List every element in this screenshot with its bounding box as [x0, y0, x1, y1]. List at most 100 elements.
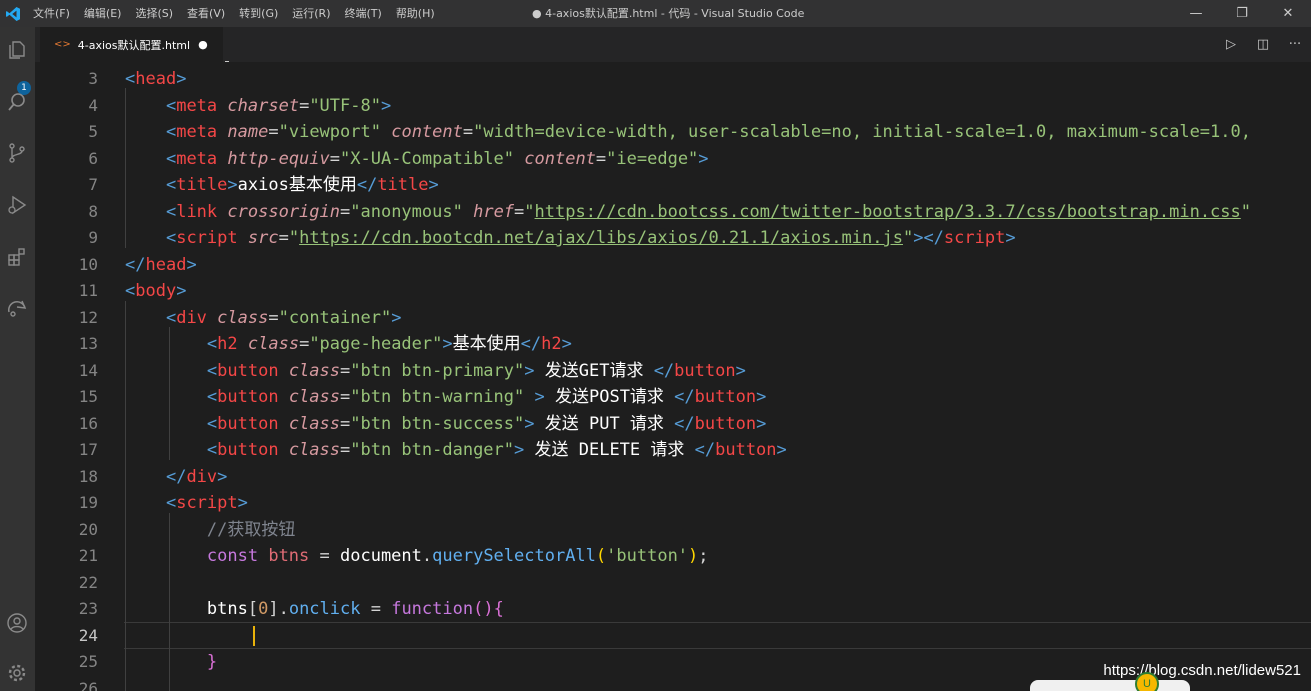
menu-terminal[interactable]: 终端(T)	[338, 0, 389, 27]
code-token: button	[694, 387, 757, 407]
remote-icon[interactable]	[4, 295, 30, 321]
code-token: >	[442, 334, 453, 354]
code-token: const	[206, 546, 259, 566]
code-token: meta	[176, 122, 218, 142]
code-token: head	[135, 69, 177, 89]
menu-run[interactable]: 运行(R)	[285, 0, 337, 27]
code-token: </	[165, 466, 187, 487]
menu-view[interactable]: 查看(V)	[180, 0, 232, 27]
code-line: 10 </head>	[35, 252, 1311, 279]
close-button[interactable]: ✕	[1265, 0, 1311, 27]
line-number: 8	[88, 201, 98, 221]
line-number: 4	[88, 95, 98, 115]
line-number: 21	[78, 546, 98, 565]
code-token: 发送 PUT 请求	[534, 413, 675, 434]
code-token: <	[165, 307, 177, 328]
code-token: content	[524, 148, 596, 169]
code-line: 9 <script src="https://cdn.bootcdn.net/a…	[35, 225, 1311, 252]
code-token: button	[674, 360, 736, 381]
account-icon[interactable]	[4, 610, 30, 636]
code-token: =	[462, 122, 474, 142]
code-token: "ie=edge"	[606, 148, 699, 169]
code-token: "UTF-8"	[309, 95, 381, 116]
menu-edit[interactable]: 编辑(E)	[77, 0, 129, 27]
line-number: 24	[78, 625, 98, 645]
vscode-logo-icon	[0, 0, 26, 27]
code-text: <body>	[125, 278, 186, 305]
line-number: 16	[78, 413, 98, 433]
code-token: class	[288, 413, 340, 434]
tab-label: 4-axios默认配置.html	[77, 38, 191, 52]
code-token: meta	[176, 95, 218, 116]
code-token: content	[391, 122, 463, 142]
settings-gear-icon[interactable]	[4, 660, 30, 686]
code-token: head	[145, 254, 187, 275]
code-token: </	[653, 360, 675, 381]
code-token: >	[698, 148, 709, 169]
restore-button[interactable]: ❐	[1219, 0, 1265, 27]
code-token: =	[514, 201, 525, 222]
code-token: charset	[227, 95, 300, 116]
code-token: >	[1005, 228, 1016, 248]
more-actions-icon[interactable]: ···	[1279, 37, 1311, 52]
code-token: >	[186, 254, 197, 275]
menu-help[interactable]: 帮助(H)	[389, 0, 442, 27]
tab-html-file[interactable]: <> 4-axios默认配置.html ●	[40, 27, 223, 62]
code-token: class	[288, 440, 340, 460]
code-token: =	[299, 95, 310, 116]
code-token: "width=device-width, user-scalable=no, i…	[473, 122, 1251, 142]
code-text: <button class="btn btn-warning" > 发送POST…	[125, 384, 766, 411]
menu-bar: 文件(F) 编辑(E) 选择(S) 查看(V) 转到(G) 运行(R) 终端(T…	[26, 0, 442, 27]
extensions-icon[interactable]	[4, 244, 30, 270]
menu-go[interactable]: 转到(G)	[232, 0, 285, 27]
code-line: 13 <h2 class="page-header">基本使用</h2>	[35, 331, 1311, 358]
code-token: >	[514, 440, 525, 460]
menu-file[interactable]: 文件(F)	[26, 0, 77, 27]
minimize-button[interactable]: —	[1173, 0, 1219, 27]
code-editor[interactable]: 3 <head> 4 <meta charset="UTF-8"> 5 <meta n…	[35, 62, 1311, 691]
code-line: 14 <button class="btn btn-primary"> 发送GE…	[35, 358, 1311, 385]
code-token: >	[217, 466, 228, 487]
search-icon[interactable]	[4, 89, 30, 115]
source-control-icon[interactable]	[4, 140, 30, 166]
code-line: 12 <div class="container">	[35, 305, 1311, 332]
line-number: 3	[88, 69, 98, 88]
code-token: h2	[541, 334, 562, 354]
split-editor-icon[interactable]: ◫	[1247, 37, 1279, 52]
code-token: class	[217, 307, 269, 328]
code-token: button	[217, 360, 279, 381]
code-token: "btn btn-success"	[350, 413, 525, 434]
menu-selection[interactable]: 选择(S)	[128, 0, 180, 27]
code-token: </	[356, 175, 378, 195]
code-token: meta	[176, 148, 218, 169]
code-token: </	[520, 334, 542, 354]
unsaved-dot-icon[interactable]: ●	[198, 38, 208, 51]
code-text: </div>	[125, 464, 227, 491]
code-token: )	[688, 546, 699, 566]
code-token: href	[473, 201, 515, 222]
code-token: <	[125, 69, 136, 89]
run-file-icon[interactable]: ▷	[1215, 37, 1247, 52]
code-token: <	[165, 95, 177, 116]
window-controls: — ❐ ✕	[1173, 0, 1311, 27]
explorer-icon[interactable]	[4, 37, 30, 63]
code-line: 7 <title>axios基本使用</title>	[35, 172, 1311, 199]
code-token: </	[694, 440, 716, 460]
run-debug-icon[interactable]	[4, 192, 30, 218]
code-line: 22	[35, 570, 1311, 597]
